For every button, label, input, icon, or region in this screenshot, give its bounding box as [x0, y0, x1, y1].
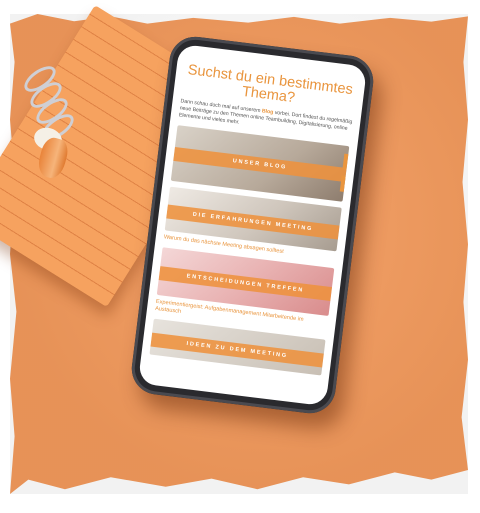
side-tab [342, 153, 350, 171]
card-band: Die Erfahrungen Meeting [166, 204, 340, 240]
phone-screen: Suchst du ein bestimmtes Thema? Dann sch… [137, 43, 368, 407]
side-tab [339, 175, 348, 193]
card-band: Entscheidungen treffen [158, 266, 332, 302]
card-band: Unser Blog [173, 147, 347, 183]
phone-frame: Suchst du ein bestimmtes Thema? Dann sch… [128, 33, 377, 417]
smartphone: Suchst du ein bestimmtes Thema? Dann sch… [128, 33, 377, 417]
card-band: Ideen zu dem Meeting [150, 332, 324, 368]
